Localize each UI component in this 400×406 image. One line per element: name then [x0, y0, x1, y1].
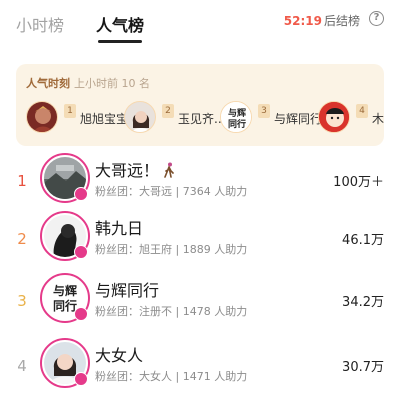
moment-item[interactable]: 4 木	[318, 101, 384, 135]
live-badge	[74, 372, 88, 386]
popularity-score: 100万＋	[333, 175, 384, 190]
popularity-score: 30.7万	[342, 360, 384, 375]
ranking-row[interactable]: 3 与辉 同行 与辉同行 粉丝团：注册不 | 1478 人助力 34.2万	[0, 270, 400, 334]
avatar-cartoon-icon	[319, 102, 349, 132]
user-name: 与辉同行	[95, 281, 160, 300]
moment-rank-badge: 4	[356, 104, 368, 118]
moment-name: 旭旭宝宝	[80, 112, 129, 126]
tab-popularity-ranking[interactable]: 人气榜	[96, 12, 144, 36]
moment-name: 与辉同行	[274, 112, 323, 126]
moment-item[interactable]: 1 旭旭宝宝	[26, 101, 129, 135]
ranking-row[interactable]: 1 大哥远！ 粉丝团：大哥远 | 7364 人助力 100万＋	[0, 150, 400, 214]
moment-avatar	[318, 101, 350, 133]
moment-item[interactable]: 2 玉见齐...	[124, 101, 226, 135]
rank-number: 2	[17, 230, 27, 248]
avatar-warrior-icon	[27, 102, 57, 132]
ranking-tabs: 小时榜 人气榜 52:19 后结榜 ?	[0, 0, 400, 46]
avatar-calligraphy-icon: 与辉 同行	[221, 102, 251, 132]
svg-text:与辉: 与辉	[53, 284, 77, 298]
svg-text:与辉: 与辉	[228, 107, 246, 119]
moment-rank-badge: 2	[162, 104, 174, 118]
user-name: 大女人	[95, 346, 144, 365]
moment-avatar	[124, 101, 156, 133]
live-badge	[74, 245, 88, 259]
countdown-time: 52:19	[283, 14, 322, 28]
moment-name: 木	[372, 112, 384, 126]
ranking-row[interactable]: 2 韩九日 粉丝团：旭王府 | 1889 人助力 46.1万	[0, 208, 400, 272]
rank-number: 4	[17, 357, 27, 375]
help-icon[interactable]: ?	[369, 11, 384, 26]
rank-number: 3	[17, 292, 27, 310]
moment-rank-badge: 3	[258, 104, 270, 118]
moments-title: 人气时刻	[26, 77, 70, 90]
user-name: 韩九日	[95, 219, 144, 238]
active-tab-underline	[98, 40, 142, 43]
moments-subtitle: 上小时前 10 名	[74, 77, 150, 90]
moment-name: 玉见齐...	[178, 112, 226, 126]
countdown-suffix: 后结榜	[323, 14, 360, 28]
user-name: 大哥远！	[95, 157, 175, 181]
moment-rank-badge: 1	[64, 104, 76, 118]
moments-header: 人气时刻 上小时前 10 名	[26, 75, 150, 91]
rank-number: 1	[17, 172, 27, 190]
tab-hourly-ranking[interactable]: 小时榜	[16, 12, 64, 36]
moment-item[interactable]: 与辉 同行 3 与辉同行	[220, 101, 330, 135]
person-walking-icon	[164, 162, 174, 178]
popularity-moments-card: 人气时刻 上小时前 10 名 1 旭旭宝宝 2 玉见齐... 与辉 同行 3 与…	[16, 64, 384, 146]
moment-avatar: 与辉 同行	[220, 101, 252, 133]
avatar-woman-icon	[125, 102, 155, 132]
ranking-row[interactable]: 4 大女人 粉丝团：大女人 | 1471 人助力 30.7万	[0, 335, 400, 399]
live-badge	[74, 307, 88, 321]
fan-club-info: 粉丝团：大女人 | 1471 人助力	[95, 370, 248, 383]
fan-club-info: 粉丝团：注册不 | 1478 人助力	[95, 305, 248, 318]
fan-club-info: 粉丝团：旭王府 | 1889 人助力	[95, 243, 248, 256]
popularity-score: 46.1万	[342, 233, 384, 248]
countdown: 52:19 后结榜	[284, 12, 360, 29]
svg-text:同行: 同行	[228, 118, 246, 130]
fan-club-info: 粉丝团：大哥远 | 7364 人助力	[95, 185, 248, 198]
popularity-score: 34.2万	[342, 295, 384, 310]
moment-avatar	[26, 101, 58, 133]
live-badge	[74, 187, 88, 201]
